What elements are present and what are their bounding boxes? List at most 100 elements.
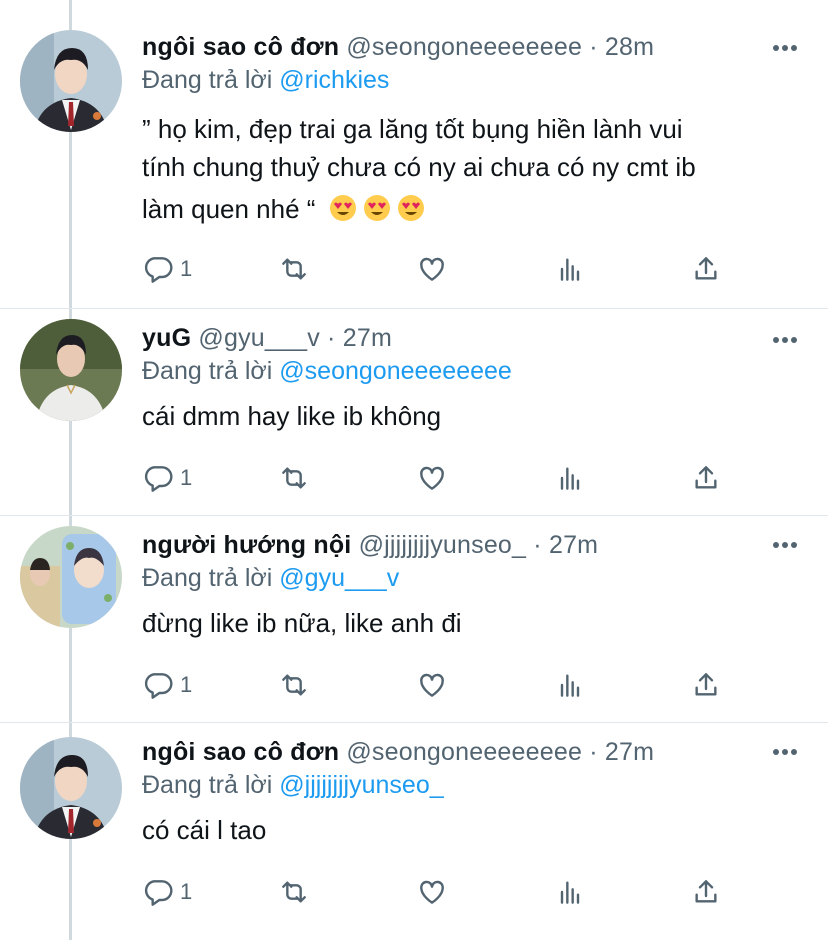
mention-link[interactable]: @richkies (279, 66, 389, 94)
like-icon (420, 673, 444, 697)
reply-icon (144, 673, 173, 699)
tweet-actions: 1 (142, 875, 742, 909)
analytics-button[interactable] (554, 668, 586, 702)
share-button[interactable] (690, 668, 722, 702)
share-button[interactable] (690, 252, 722, 286)
share-icon (695, 257, 717, 280)
reply-button[interactable]: 1 (142, 875, 192, 909)
tweet-text-line: làm quen nhé “ (142, 190, 804, 228)
retweet-button[interactable] (278, 668, 310, 702)
replying-to-label: Đang trả lời (142, 771, 273, 799)
display-name[interactable]: yuG (142, 324, 191, 352)
share-icon (695, 466, 717, 489)
reply-icon (144, 880, 173, 906)
reply-count: 1 (180, 256, 193, 281)
tweet-header: yuG @gyu___v · 27m (142, 323, 804, 353)
reply-count: 1 (180, 879, 193, 904)
timestamp[interactable]: 27m (549, 531, 598, 559)
avatar[interactable] (20, 319, 122, 421)
mention-link[interactable]: @gyu___v (279, 564, 399, 592)
display-name[interactable]: người hướng nội (142, 531, 351, 559)
replying-to: Đang trả lời @gyu___v (142, 562, 804, 594)
tweet-divider (0, 722, 828, 723)
more-icon[interactable] (772, 541, 798, 549)
like-button[interactable] (416, 252, 448, 286)
retweet-icon (282, 881, 306, 903)
tweet-divider (0, 308, 828, 309)
replying-to-label: Đang trả lời (142, 357, 273, 385)
retweet-button[interactable] (278, 875, 310, 909)
retweet-button[interactable] (278, 461, 310, 495)
avatar[interactable] (20, 526, 122, 628)
more-icon[interactable] (772, 336, 798, 344)
tweet-text-line: tính chung thuỷ chưa có ny ai chưa có ny… (142, 152, 696, 182)
reply-button[interactable]: 1 (142, 252, 192, 286)
analytics-icon (560, 674, 580, 697)
tweet-header: ngôi sao cô đơn @seongoneeeeeeee · 28m (142, 32, 804, 62)
user-handle[interactable]: @seongoneeeeeeee (346, 33, 582, 61)
analytics-button[interactable] (554, 875, 586, 909)
analytics-icon (560, 258, 580, 281)
separator-dot: · (533, 531, 542, 559)
like-button[interactable] (416, 875, 448, 909)
retweet-icon (282, 467, 306, 489)
heart-eyes-emoji (329, 195, 356, 221)
user-handle[interactable]: @jjjjjjjjyunseo_ (359, 531, 527, 559)
replying-to-label: Đang trả lời (142, 564, 273, 592)
timestamp[interactable]: 27m (343, 324, 392, 352)
reply-icon (144, 466, 173, 492)
display-name[interactable]: ngôi sao cô đơn (142, 33, 339, 61)
analytics-icon (560, 467, 580, 490)
share-icon (695, 673, 717, 696)
timestamp[interactable]: 27m (605, 738, 654, 766)
tweet-text: cái dmm hay like ib không (142, 401, 442, 431)
separator-dot: · (589, 33, 598, 61)
like-button[interactable] (416, 461, 448, 495)
tweet-text: có cái l tao (142, 815, 267, 845)
tweet-header: ngôi sao cô đơn @seongoneeeeeeee · 27m (142, 737, 804, 767)
avatar[interactable] (20, 737, 122, 839)
share-button[interactable] (690, 461, 722, 495)
reply-button[interactable]: 1 (142, 461, 192, 495)
retweet-button[interactable] (278, 252, 310, 286)
reply-count: 1 (180, 672, 193, 697)
like-icon (420, 466, 444, 490)
like-icon (420, 257, 444, 281)
reply-icon (144, 257, 173, 283)
separator-dot: · (589, 738, 598, 766)
more-icon[interactable] (772, 44, 798, 52)
analytics-button[interactable] (554, 461, 586, 495)
separator-dot: · (327, 324, 336, 352)
heart-eyes-emoji (363, 195, 390, 221)
tweet-divider (0, 515, 828, 516)
tweet-text: ” họ kim, đẹp trai ga lăng tốt bụng hiền… (142, 110, 804, 228)
share-button[interactable] (690, 875, 722, 909)
user-handle[interactable]: @gyu___v (198, 324, 320, 352)
reply-button[interactable]: 1 (142, 668, 192, 702)
mention-link[interactable]: @jjjjjjjjyunseo_ (279, 771, 443, 799)
replying-to: Đang trả lời @seongoneeeeeeee (142, 355, 804, 387)
replying-to-label: Đang trả lời (142, 66, 273, 94)
analytics-button[interactable] (554, 252, 586, 286)
replying-to: Đang trả lời @richkies (142, 64, 804, 96)
user-handle[interactable]: @seongoneeeeeeee (346, 738, 582, 766)
share-icon (695, 880, 717, 903)
avatar[interactable] (20, 30, 122, 132)
tweet-text-line: ” họ kim, đẹp trai ga lăng tốt bụng hiền… (142, 114, 683, 144)
display-name[interactable]: ngôi sao cô đơn (142, 738, 339, 766)
reply-count: 1 (180, 465, 193, 490)
like-icon (420, 880, 444, 904)
more-icon[interactable] (772, 748, 798, 756)
mention-link[interactable]: @seongoneeeeeeee (279, 357, 512, 385)
like-button[interactable] (416, 668, 448, 702)
analytics-icon (560, 881, 580, 904)
retweet-icon (282, 674, 306, 696)
tweet-actions: 1 (142, 461, 742, 495)
tweet-text-segment: làm quen nhé “ (142, 194, 316, 224)
timestamp[interactable]: 28m (605, 33, 654, 61)
tweet-actions: 1 (142, 668, 742, 702)
heart-eyes-emoji (397, 195, 424, 221)
tweet-header: người hướng nội @jjjjjjjjyunseo_ · 27m (142, 530, 804, 560)
tweet-actions: 1 (142, 252, 742, 286)
retweet-icon (282, 258, 306, 280)
